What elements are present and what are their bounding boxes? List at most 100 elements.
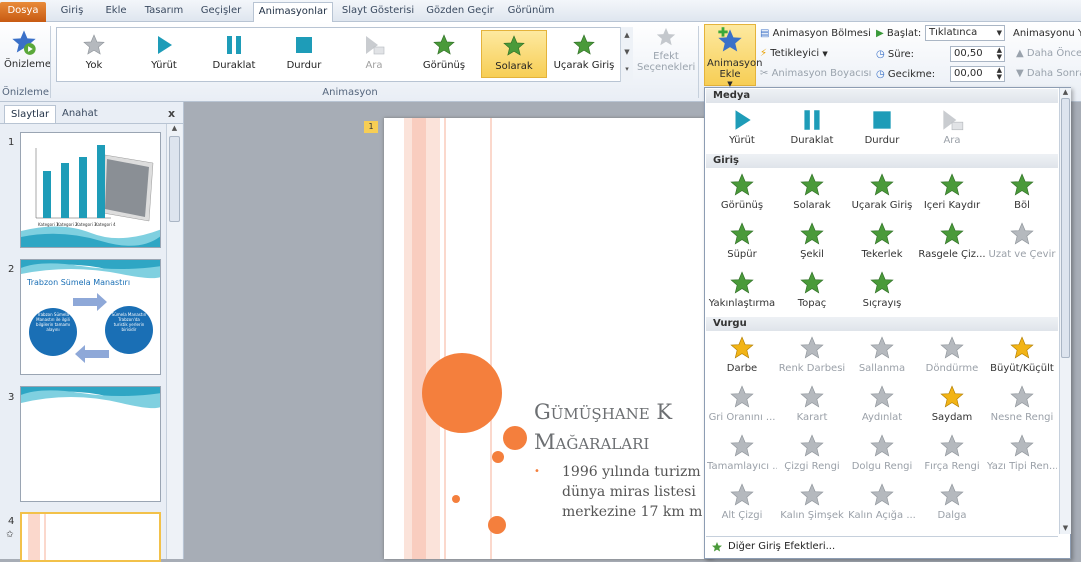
- gallery-item-label: Yok: [85, 60, 103, 71]
- slide-thumbnail-1[interactable]: Kategori 1 Kategori 2 Kategori 3 Kategor…: [20, 132, 161, 248]
- tab-transitions[interactable]: Geçişler: [194, 2, 248, 22]
- slide-thumbnail-3[interactable]: [20, 386, 161, 502]
- menu-effect-item[interactable]: Darbe: [707, 333, 777, 379]
- menu-section-header: Vurgu: [706, 317, 1058, 331]
- move-earlier-button[interactable]: ▲ Daha Önce: [1016, 47, 1081, 61]
- tab-file[interactable]: Dosya: [0, 2, 46, 22]
- menu-effect-item[interactable]: Yürüt: [707, 105, 777, 151]
- gallery-scroll[interactable]: ▲ ▼ ▾: [620, 27, 633, 82]
- preview-button[interactable]: Önizleme: [4, 26, 51, 84]
- menu-effect-item[interactable]: Dalga: [917, 480, 987, 526]
- menu-effect-label: Dolgu Rengi: [851, 461, 913, 472]
- menu-effect-item[interactable]: Sıçrayış: [847, 268, 917, 314]
- pause-icon: [777, 105, 847, 135]
- duration-stepper[interactable]: 00,50 ▲ ▼: [950, 46, 1005, 62]
- slide-canvas[interactable]: Gümüşhane K Mağaraları • 1996 yılında tu…: [384, 118, 714, 559]
- green-star-icon: [777, 219, 847, 249]
- menu-effect-label: Görünüş: [720, 200, 764, 211]
- gallery-item[interactable]: Uçarak Giriş: [551, 30, 617, 78]
- gray-star-icon: [61, 30, 127, 60]
- animation-pane-button[interactable]: ▤ Animasyon Bölmesi: [760, 27, 871, 41]
- close-icon[interactable]: x: [168, 107, 175, 120]
- gallery-item[interactable]: Solarak: [481, 30, 547, 78]
- menu-effect-label: Fırça Rengi: [924, 461, 980, 472]
- menu-effect-item[interactable]: Uzat ve Çevir: [987, 219, 1057, 265]
- menu-effect-item[interactable]: İçeri Kaydır: [917, 170, 987, 216]
- more-entrance-effects[interactable]: Diğer Giriş Efektleri...: [706, 536, 1058, 558]
- effect-options-button[interactable]: Efekt Seçenekleri: [637, 26, 695, 84]
- menu-effect-item[interactable]: Kalın Şimşek: [777, 480, 847, 526]
- menu-effect-item[interactable]: Rasgele Çiz...: [917, 219, 987, 265]
- menu-effect-item[interactable]: Dolgu Rengi: [847, 431, 917, 477]
- animation-gallery: Yok Yürüt Duraklat Durdur Ara Görünüş Solarak U…: [56, 27, 633, 82]
- add-animation-button[interactable]: Animasyon Ekle ▼: [704, 24, 762, 88]
- menu-effect-item[interactable]: Tekerlek: [847, 219, 917, 265]
- menu-effect-item[interactable]: Uçarak Giriş: [847, 170, 917, 216]
- menu-effect-item[interactable]: Gri Oranını ...: [707, 382, 777, 428]
- tab-insert[interactable]: Ekle: [98, 2, 134, 22]
- stop-icon: [271, 30, 337, 60]
- gallery-item[interactable]: Ara: [341, 30, 407, 78]
- menu-effect-item[interactable]: Süpür: [707, 219, 777, 265]
- menu-effect-item[interactable]: Büyüt/Küçült: [987, 333, 1057, 379]
- gold-star-icon: [707, 333, 777, 363]
- gallery-item[interactable]: Görünüş: [411, 30, 477, 78]
- gray-star-icon: [707, 480, 777, 510]
- gray-star-icon: [777, 382, 847, 412]
- menu-effect-item[interactable]: Durdur: [847, 105, 917, 151]
- delay-label: ◷ Gecikme:: [876, 69, 936, 80]
- menu-effect-item[interactable]: Duraklat: [777, 105, 847, 151]
- green-star-icon: [917, 170, 987, 200]
- slide-thumbnail-2[interactable]: Trabzon Sümela Manastırı Trabzon Sümela …: [20, 259, 161, 375]
- menu-effect-item[interactable]: Şekil: [777, 219, 847, 265]
- slide-2-right-text: Sümela Manastırı Trabzon'da turistik yer…: [111, 312, 147, 332]
- slide-3-wave: [21, 387, 160, 409]
- menu-scrollbar[interactable]: ▲ ▼: [1059, 88, 1071, 534]
- delay-stepper[interactable]: 00,00 ▲ ▼: [950, 66, 1005, 82]
- menu-effect-item[interactable]: Yakınlaştırma: [707, 268, 777, 314]
- menu-effect-item[interactable]: Aydınlat: [847, 382, 917, 428]
- tab-slide-show[interactable]: Slayt Gösterisi: [338, 2, 418, 22]
- tab-animations[interactable]: Animasyonlar: [253, 2, 333, 22]
- menu-effect-item[interactable]: Görünüş: [707, 170, 777, 216]
- menu-effect-item[interactable]: Ara: [917, 105, 987, 151]
- menu-effect-item[interactable]: Döndürme: [917, 333, 987, 379]
- menu-effect-item[interactable]: Topaç: [777, 268, 847, 314]
- menu-effect-item[interactable]: Nesne Rengi: [987, 382, 1057, 428]
- menu-effect-item[interactable]: Tamamlayıcı ...: [707, 431, 777, 477]
- gallery-item[interactable]: Duraklat: [201, 30, 267, 78]
- bullet: •: [534, 466, 540, 477]
- menu-effect-item[interactable]: Böl: [987, 170, 1057, 216]
- menu-effect-item[interactable]: Çizgi Rengi: [777, 431, 847, 477]
- menu-effect-item[interactable]: Saydam: [917, 382, 987, 428]
- menu-effect-label: Döndürme: [925, 363, 979, 374]
- tab-view[interactable]: Görünüm: [502, 2, 560, 22]
- gallery-item[interactable]: Yürüt: [131, 30, 197, 78]
- menu-effect-item[interactable]: Yazı Tipi Ren...: [987, 431, 1057, 477]
- menu-effect-item[interactable]: Solarak: [777, 170, 847, 216]
- gallery-item[interactable]: Durdur: [271, 30, 337, 78]
- green-star-icon: [777, 268, 847, 298]
- menu-effect-label: Renk Darbesi: [778, 363, 846, 374]
- slide-thumbnail-4[interactable]: [20, 512, 161, 562]
- menu-effect-item[interactable]: Fırça Rengi: [917, 431, 987, 477]
- menu-effect-item[interactable]: Karart: [777, 382, 847, 428]
- start-select[interactable]: Tıklatınca ▼: [925, 25, 1005, 41]
- menu-effect-item[interactable]: Alt Çizgi: [707, 480, 777, 526]
- slide-body-line-2: dünya miras listesi: [562, 484, 696, 500]
- menu-effect-item[interactable]: Kalın Açığa ...: [847, 480, 917, 526]
- trigger-button[interactable]: ⚡ Tetikleyici ▼: [760, 47, 828, 61]
- menu-effect-item[interactable]: Sallanma: [847, 333, 917, 379]
- move-later-button[interactable]: ▼ Daha Sonra: [1016, 67, 1081, 81]
- gallery-item[interactable]: Yok: [61, 30, 127, 78]
- tab-design[interactable]: Tasarım: [140, 2, 188, 22]
- slides-scrollbar[interactable]: ▲: [166, 124, 182, 559]
- animation-painter-button[interactable]: ✂ Animasyon Boyacısı: [760, 67, 871, 81]
- tab-slides[interactable]: Slaytlar: [4, 105, 57, 123]
- tab-review[interactable]: Gözden Geçir: [424, 2, 496, 22]
- tab-outline[interactable]: Anahat: [56, 105, 104, 123]
- green-star-icon: [707, 268, 777, 298]
- menu-effect-item[interactable]: Renk Darbesi: [777, 333, 847, 379]
- tab-home[interactable]: Giriş: [52, 2, 92, 22]
- gray-star-icon: [917, 480, 987, 510]
